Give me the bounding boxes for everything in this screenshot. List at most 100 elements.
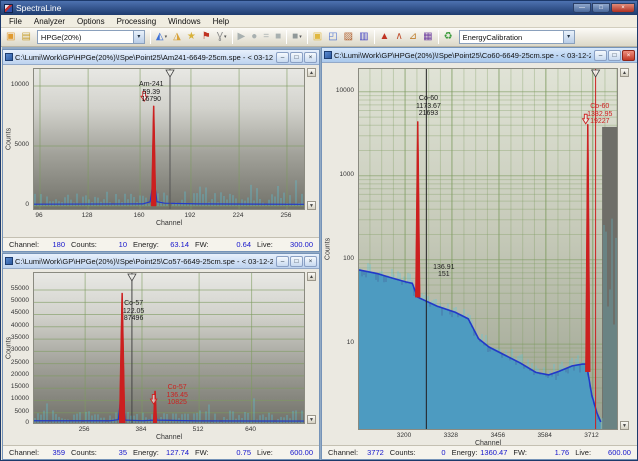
peak-area-icon[interactable]: ∧ bbox=[393, 29, 404, 45]
peak-flag-icon[interactable]: ⚑ bbox=[200, 29, 213, 45]
window-close-button[interactable]: × bbox=[304, 256, 317, 267]
y-axis-label: Counts bbox=[6, 337, 13, 359]
open-spectrum-icon[interactable]: ▣ bbox=[311, 29, 324, 45]
y-axis-tick: 45000 bbox=[11, 309, 29, 316]
y-axis-tick: 35000 bbox=[11, 334, 29, 341]
x-axis-tick: 256 bbox=[79, 426, 90, 433]
status-value: 10 bbox=[119, 240, 127, 249]
peak-search-icon-glyph: ◭ bbox=[156, 30, 164, 44]
x-axis-tick: 512 bbox=[193, 426, 204, 433]
app-maximize-button[interactable]: □ bbox=[592, 3, 610, 13]
window-titlebar[interactable]: C:\Lumi\Work\GP\HPGe(20%)\!Spe\Point25\A… bbox=[3, 50, 319, 65]
calibration-combo[interactable]: EnergyCalibration▾ bbox=[459, 30, 575, 44]
spectrum-canvas[interactable] bbox=[33, 68, 305, 210]
x-axis-tick: 640 bbox=[245, 426, 256, 433]
scroll-down-button[interactable]: ▼ bbox=[620, 421, 629, 430]
plot-area[interactable]: 1000010001001032003328345635843712Counts… bbox=[322, 63, 637, 445]
status-field: Channel:359 bbox=[6, 448, 68, 457]
peak-fit-icon[interactable]: ▲ bbox=[378, 29, 392, 45]
record-icon[interactable]: ● bbox=[249, 29, 259, 45]
scroll-down-button[interactable]: ▼ bbox=[307, 415, 316, 424]
x-axis-label: Channel bbox=[156, 434, 182, 441]
window-titlebar[interactable]: C:\Lumi\Work\GP\HPGe(20%)\!Spe\Point25\C… bbox=[3, 254, 319, 269]
status-label: Counts: bbox=[390, 448, 416, 457]
y-axis-tick: 10000 bbox=[11, 395, 29, 402]
roi-icon[interactable]: ⊿ bbox=[407, 29, 419, 45]
gamma-analysis-icon-glyph: Ɣ bbox=[217, 30, 223, 44]
detector-combo[interactable]: HPGe(20%)▾ bbox=[37, 30, 145, 44]
x-axis-tick: 3456 bbox=[491, 432, 505, 439]
x-axis-tick: 3584 bbox=[537, 432, 551, 439]
status-label: Channel: bbox=[9, 240, 39, 249]
stop-all-icon[interactable]: ■▾ bbox=[290, 29, 304, 45]
window-minimize-button[interactable]: – bbox=[276, 52, 289, 63]
x-axis-tick: 128 bbox=[82, 212, 93, 219]
scroll-up-button[interactable]: ▲ bbox=[307, 272, 316, 281]
status-label: Live: bbox=[575, 448, 591, 457]
spectrum-canvas[interactable] bbox=[358, 68, 618, 430]
energy-calibration-icon[interactable]: ◮ bbox=[171, 29, 183, 45]
efficiency-star-icon[interactable]: ★ bbox=[185, 29, 198, 45]
peak-label: Am-24159.3916790 bbox=[139, 81, 164, 104]
gamma-analysis-icon[interactable]: Ɣ▾ bbox=[215, 29, 229, 45]
status-value: 0 bbox=[441, 448, 445, 457]
start-acquisition-icon[interactable]: ▶ bbox=[236, 29, 248, 45]
peak-label: Co-57136.4510825 bbox=[166, 384, 187, 407]
scroll-down-button[interactable]: ▼ bbox=[307, 201, 316, 210]
x-axis-tick: 3712 bbox=[584, 432, 598, 439]
status-field: Counts: 0 bbox=[387, 448, 449, 457]
chevron-down-icon[interactable]: ▾ bbox=[563, 31, 574, 43]
report-icon[interactable]: ▨ bbox=[342, 29, 355, 45]
app-titlebar[interactable]: SpectraLine — □ × bbox=[1, 1, 637, 15]
menu-item-file[interactable]: File bbox=[3, 17, 28, 26]
window-maximize-button[interactable]: □ bbox=[290, 256, 303, 267]
plot-area[interactable]: 5500050000450004000035000300002500020000… bbox=[3, 269, 319, 445]
app-close-button[interactable]: × bbox=[611, 3, 635, 13]
spectra-table-icon[interactable]: ▤ bbox=[19, 29, 32, 45]
calibration-combo-value: EnergyCalibration bbox=[460, 33, 563, 42]
detector-config-icon[interactable]: ▣ bbox=[4, 29, 17, 45]
peak-search-icon[interactable]: ◭▾ bbox=[154, 29, 169, 45]
chevron-down-icon: ▾ bbox=[299, 34, 302, 40]
status-label: Channel: bbox=[328, 448, 358, 457]
menu-item-windows[interactable]: Windows bbox=[162, 17, 206, 26]
window-close-button[interactable]: × bbox=[622, 50, 635, 61]
x-axis-tick: 224 bbox=[233, 212, 244, 219]
menu-item-analyzer[interactable]: Analyzer bbox=[28, 17, 71, 26]
y-axis-tick: 30000 bbox=[11, 346, 29, 353]
app-icon bbox=[4, 4, 13, 13]
status-label: FW: bbox=[195, 240, 209, 249]
status-value: 1.76 bbox=[555, 448, 570, 457]
window-close-button[interactable]: × bbox=[304, 52, 317, 63]
app-title: SpectraLine bbox=[16, 3, 61, 13]
chevron-down-icon: ▾ bbox=[224, 34, 227, 40]
status-label: Counts: bbox=[71, 240, 97, 249]
status-label: Energy: bbox=[452, 448, 478, 457]
stop-icon[interactable]: ■ bbox=[273, 29, 283, 45]
window-maximize-button[interactable]: □ bbox=[608, 50, 621, 61]
menu-item-options[interactable]: Options bbox=[71, 17, 111, 26]
status-value: 600.00 bbox=[290, 448, 313, 457]
app-minimize-button[interactable]: — bbox=[573, 3, 591, 13]
pause-icon[interactable]: = bbox=[261, 29, 271, 45]
window-panel-icon[interactable]: ▦ bbox=[421, 29, 434, 45]
menu-item-processing[interactable]: Processing bbox=[111, 17, 163, 26]
y-axis-tick: 10000 bbox=[11, 81, 29, 88]
start-acquisition-icon-glyph: ▶ bbox=[238, 30, 246, 44]
menu-item-help[interactable]: Help bbox=[207, 17, 235, 26]
spectraline-app: SpectraLine — □ × FileAnalyzerOptionsPro… bbox=[0, 0, 638, 461]
window-maximize-button[interactable]: □ bbox=[290, 52, 303, 63]
save-spectrum-icon[interactable]: ◰ bbox=[326, 29, 339, 45]
plot-area[interactable]: 100005000096128160192224256CountsChannel… bbox=[3, 65, 319, 237]
window-minimize-button[interactable]: – bbox=[276, 256, 289, 267]
y-axis-tick: 25000 bbox=[11, 359, 29, 366]
window-titlebar[interactable]: C:\Lumi\Work\GP\HPGe(20%)\!Spe\Point25\C… bbox=[322, 48, 637, 63]
status-label: Counts: bbox=[71, 448, 97, 457]
delete-icon[interactable]: ♻ bbox=[442, 29, 455, 45]
chart-view-icon[interactable]: ▥ bbox=[357, 29, 370, 45]
chevron-down-icon[interactable]: ▾ bbox=[133, 31, 144, 43]
scroll-up-button[interactable]: ▲ bbox=[307, 68, 316, 77]
status-label: Energy: bbox=[133, 448, 159, 457]
window-minimize-button[interactable]: – bbox=[594, 50, 607, 61]
scroll-up-button[interactable]: ▲ bbox=[620, 68, 629, 77]
